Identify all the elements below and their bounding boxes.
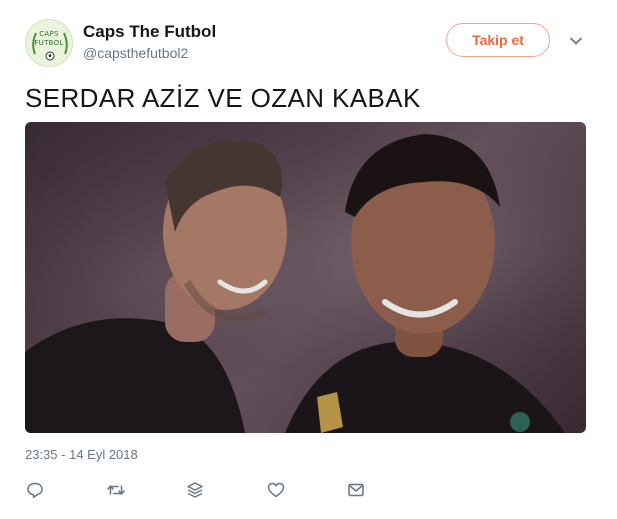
photo-illustration — [25, 122, 586, 433]
chevron-down-icon[interactable] — [568, 33, 584, 49]
heart-icon[interactable] — [266, 480, 286, 500]
follow-button[interactable]: Takip et — [446, 23, 550, 57]
avatar-text-top: CAPS — [39, 30, 59, 38]
envelope-icon[interactable] — [346, 480, 366, 500]
tweet-photo[interactable] — [25, 122, 586, 433]
retweet-icon[interactable] — [106, 480, 126, 500]
tweet-text: SERDAR AZİZ VE OZAN KABAK — [25, 83, 421, 113]
display-name[interactable]: Caps The Futbol — [83, 22, 216, 42]
reply-icon[interactable] — [25, 480, 45, 500]
tweet-actions — [25, 480, 385, 500]
stack-icon[interactable] — [185, 480, 205, 500]
avatar-text-bottom: FUTBOL — [34, 39, 64, 47]
screen-name[interactable]: @capsthefutbol2 — [83, 45, 188, 61]
tweet-timestamp[interactable]: 23:35 - 14 Eyl 2018 — [25, 447, 138, 462]
avatar[interactable]: CAPS FUTBOL — [25, 19, 73, 67]
